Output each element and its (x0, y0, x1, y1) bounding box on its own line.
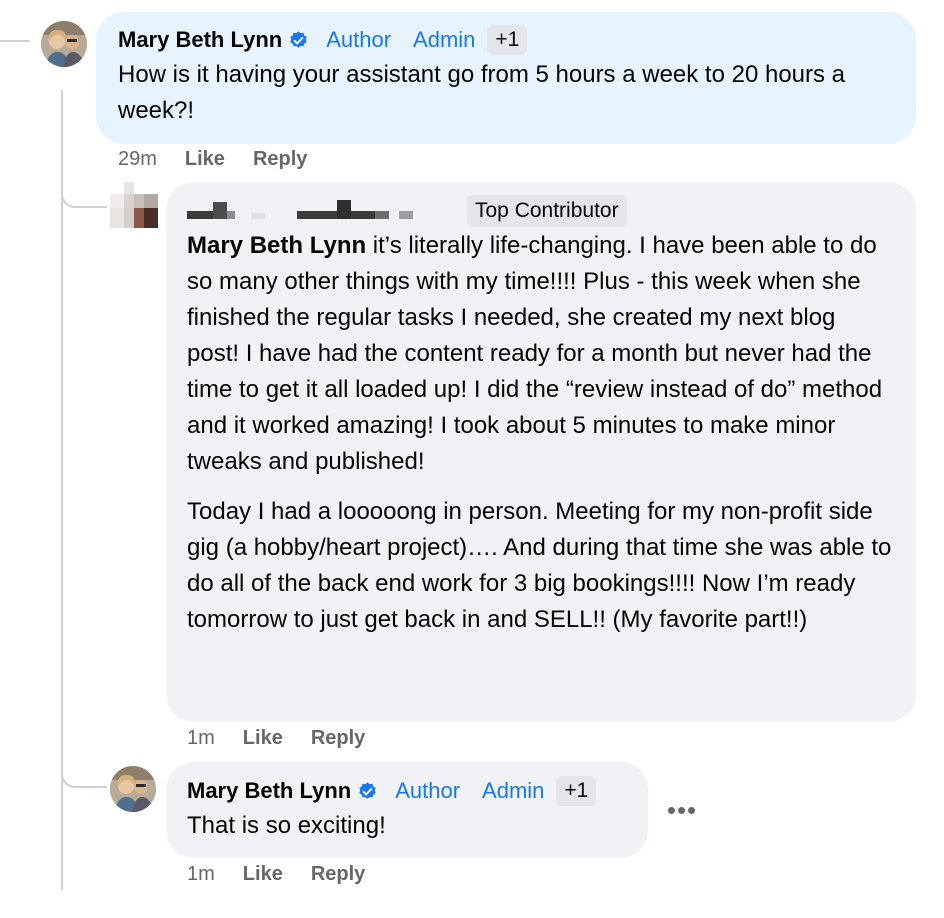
comment-text-2: Mary Beth Lynn it’s literally life-chang… (187, 228, 893, 480)
avatar-redacted[interactable] (110, 182, 160, 232)
top-contributor-badge[interactable]: Top Contributor (467, 195, 627, 227)
thread-line-left (0, 40, 30, 42)
reply-button[interactable]: Reply (253, 148, 307, 171)
admin-role-link[interactable]: Admin (482, 778, 544, 804)
comment-timestamp[interactable]: 29m (118, 148, 157, 171)
author-name[interactable]: Mary Beth Lynn (118, 27, 282, 53)
comment-actions-2: 1m Like Reply (187, 727, 365, 750)
comment-header-1: Mary Beth Lynn Author Admin +1 (118, 23, 894, 57)
author-role-link[interactable]: Author (395, 778, 460, 804)
like-button[interactable]: Like (243, 863, 283, 886)
comment-paragraph-2: Today I had a looooong in person. Meetin… (187, 498, 892, 633)
comment-actions-3: 1m Like Reply (187, 863, 365, 886)
like-button[interactable]: Like (185, 148, 225, 171)
author-name[interactable]: Mary Beth Lynn (187, 778, 351, 804)
avatar-photo (41, 21, 87, 67)
avatar-photo (110, 766, 156, 812)
comment-header-2: Top Contributor (187, 194, 894, 228)
comment-timestamp[interactable]: 1m (187, 863, 215, 886)
comment-actions-1: 29m Like Reply (118, 148, 307, 171)
pixelated-avatar (110, 182, 158, 228)
reply-button[interactable]: Reply (311, 863, 365, 886)
thread-curve-reply-2 (61, 760, 107, 788)
comment-text-3: That is so exciting! (187, 812, 386, 839)
extra-badges-count[interactable]: +1 (487, 25, 528, 55)
like-button[interactable]: Like (243, 727, 283, 750)
avatar-mary-beth-lynn[interactable] (110, 766, 156, 812)
verified-badge-icon (288, 30, 309, 51)
comment-bubble-2: Top Contributor Mary Beth Lynn it’s lite… (166, 182, 916, 722)
comment-text-1: How is it having your assistant go from … (118, 61, 846, 124)
redacted-author-name (187, 200, 413, 219)
mention-link[interactable]: Mary Beth Lynn (187, 232, 366, 259)
reply-button[interactable]: Reply (311, 727, 365, 750)
comment-bubble-3: Mary Beth Lynn Author Admin +1 That is s… (166, 762, 648, 858)
comment-timestamp[interactable]: 1m (187, 727, 215, 750)
comment-paragraph-1: it’s literally life-changing. I have bee… (187, 232, 883, 475)
author-role-link[interactable]: Author (326, 27, 391, 53)
avatar-mary-beth-lynn[interactable] (41, 21, 87, 67)
verified-badge-icon (357, 781, 378, 802)
admin-role-link[interactable]: Admin (413, 27, 475, 53)
thread-curve-reply-1 (61, 180, 107, 208)
extra-badges-count[interactable]: +1 (556, 776, 597, 806)
more-options-icon[interactable]: ••• (664, 792, 700, 828)
comment-header-3: Mary Beth Lynn Author Admin +1 (187, 774, 626, 808)
comment-bubble-1: Mary Beth Lynn Author Admin +1 How is it… (96, 12, 916, 144)
